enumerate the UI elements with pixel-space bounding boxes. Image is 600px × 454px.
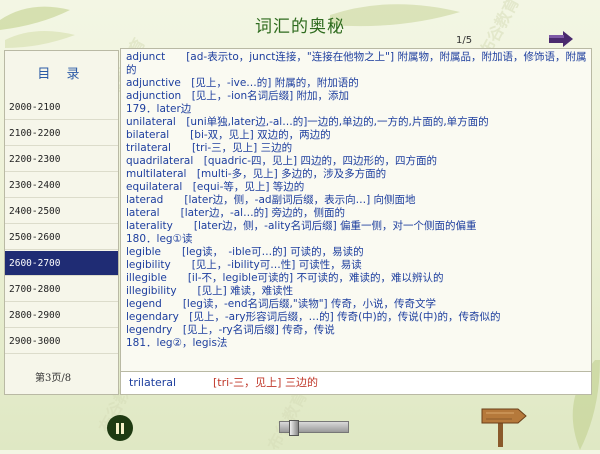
toc-item[interactable]: 2100-2200 [5,121,118,146]
entry-row: quadrilateral [quadric-四，见上] 四边的，四边形的，四方… [126,155,437,167]
section-heading: 180．leg①读 [126,233,193,245]
page-count: 第3页/8 [35,373,72,384]
toc-item[interactable]: 2800-2900 [5,303,118,328]
page-indicator: 1/5 [456,35,473,46]
entry-row: laterality [later边，侧，-ality名词后缀] 偏重一侧，对一… [126,220,477,232]
signpost-button[interactable] [476,405,528,447]
section-heading: 181．leg②，legis法 [126,337,228,349]
entry-row: legibility [见上，-ibility可…性] 可读性，易读 [126,259,362,271]
toc-item[interactable]: 2000-2100 [5,95,118,120]
entry-row: lateral [later边，-al…的] 旁边的，侧面的 [126,207,346,219]
entry-row: legible [leg读， -ible可…的] 可读的，易读的 [126,246,364,258]
right-arrow-icon [549,31,573,47]
section-heading: 179．later边 [126,103,192,115]
entry-row: unilateral [uni单独,later边,-al…的]一边的,单边的,一… [126,116,489,128]
selected-word: trilateral [129,376,177,389]
toc-item[interactable]: 2900-3000 [5,329,118,354]
audio-slider[interactable] [279,420,349,436]
toc-item[interactable]: 2700-2800 [5,277,118,302]
toc-item[interactable]: 2400-2500 [5,199,118,224]
toc-item[interactable]: 2200-2300 [5,147,118,172]
entry-row: illegibility [见上] 难读，难读性 [126,285,294,297]
entry-row: legend [leg读，-end名词后缀,"读物"] 传奇，小说，传奇文学 [126,298,436,310]
signpost-icon [481,408,527,447]
entry-row: multilateral [multi-多，见上] 多边的，涉及多方面的 [126,168,387,180]
entry-row: legendary [见上，-ary形容词后缀，…的] 传奇(中)的，传说(中)… [126,311,501,323]
entry-row: illegible [il-不，legible可读的] 不可读的，难读的，难以辨… [126,272,444,284]
next-page-button[interactable] [548,30,574,48]
entry-row: equilateral [equi-等，见上] 等边的 [126,181,305,193]
entry-row: bilateral [bi-双，见上] 双边的，两边的 [126,129,331,141]
selected-definition: [tri-三，见上] 三边的 [213,376,318,389]
selected-word-bar: trilateral [tri-三，见上] 三边的 [120,371,592,395]
watermark: 布谷教育 [260,386,311,454]
entry-row: laterad [later边，侧，-ad副词后缀，表示向…] 向侧面地 [126,194,416,206]
toc-item-active[interactable]: 2600-2700 [5,251,118,276]
toc-sidebar: 目 录 2000-2100 2100-2200 2200-2300 2300-2… [4,50,119,395]
toc-item[interactable]: 2500-2600 [5,225,118,250]
entry-row: adjunctive [见上，-ive…的] 附属的，附加语的 [126,77,359,89]
entry-row: legendry [见上，-ry名词后缀] 传奇，传说 [126,324,335,336]
page-title: 词汇的奥秘 [255,17,345,37]
pause-button[interactable] [107,415,133,441]
slider-handle[interactable] [289,420,299,436]
entry-row: adjunct [ad-表示to，junct连接，"连接在他物之上"] 附属物，… [126,51,587,76]
toc-title: 目 录 [37,67,86,82]
entry-row: trilateral [tri-三，见上] 三边的 [126,142,293,154]
entry-row: adjunction [见上，-ion名词后缀] 附加，添加 [126,90,350,102]
entry-list: adjunct [ad-表示to，junct连接，"连接在他物之上"] 附属物，… [120,48,592,372]
toc-item[interactable]: 2300-2400 [5,173,118,198]
